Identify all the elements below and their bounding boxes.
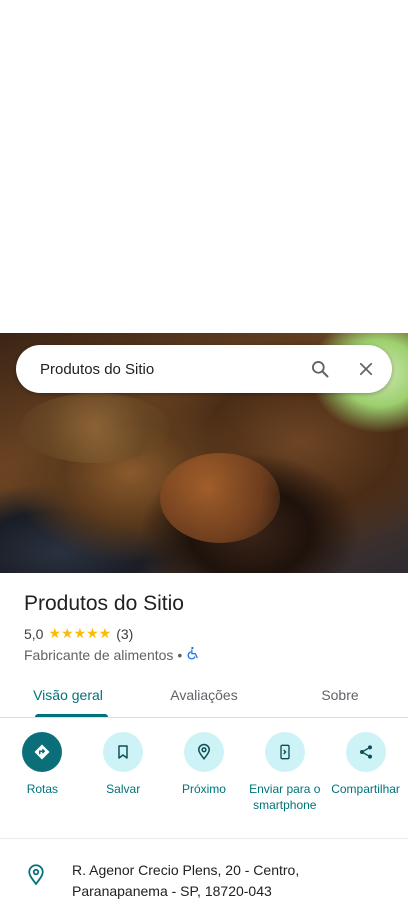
- tab-overview[interactable]: Visão geral: [0, 672, 136, 717]
- search-bar[interactable]: Produtos do Sitio: [16, 345, 392, 393]
- photo-detail: [20, 393, 170, 463]
- address-line-2: Paranapanema - SP, 18720-043: [72, 883, 272, 899]
- action-bar: Rotas Salvar Próximo Enviar para o smart…: [0, 732, 408, 813]
- search-query[interactable]: Produtos do Sitio: [40, 361, 300, 378]
- directions-button[interactable]: Rotas: [5, 732, 79, 813]
- share-label: Compartilhar: [331, 782, 400, 796]
- star-rating-icon: ★★★★★: [48, 625, 112, 641]
- nearby-label: Próximo: [181, 782, 226, 796]
- close-icon[interactable]: [346, 349, 386, 389]
- divider: [0, 838, 408, 839]
- location-pin-icon: [0, 864, 72, 902]
- send-to-phone-button[interactable]: Enviar para o smartphone: [248, 732, 322, 813]
- directions-icon: [22, 732, 63, 772]
- directions-label: Rotas: [26, 782, 59, 796]
- address-line-1: R. Agenor Crecio Plens, 20 - Centro,: [72, 862, 300, 878]
- review-count[interactable]: (3): [116, 626, 133, 642]
- nearby-button[interactable]: Próximo: [167, 732, 241, 813]
- share-button[interactable]: Compartilhar: [329, 732, 403, 813]
- save-label: Salvar: [106, 782, 141, 796]
- place-tabs: Visão geral Avaliações Sobre: [0, 672, 408, 718]
- send-to-phone-label: Enviar para o smartphone: [249, 782, 321, 812]
- place-category[interactable]: Fabricante de alimentos: [24, 647, 173, 663]
- send-to-phone-icon: [264, 732, 305, 772]
- wheelchair-icon: [186, 646, 200, 663]
- search-icon[interactable]: [300, 349, 340, 389]
- place-title: Produtos do Sitio: [24, 592, 184, 615]
- address-row[interactable]: R. Agenor Crecio Plens, 20 - Centro, Par…: [0, 860, 408, 902]
- tab-reviews[interactable]: Avaliações: [136, 672, 272, 717]
- category-row: Fabricante de alimentos •: [24, 646, 200, 663]
- nearby-icon: [183, 732, 224, 772]
- share-icon: [345, 732, 386, 772]
- address-text: R. Agenor Crecio Plens, 20 - Centro, Par…: [72, 860, 299, 902]
- photo-detail: [160, 453, 280, 543]
- rating-row[interactable]: 5,0 ★★★★★ (3): [24, 625, 133, 642]
- separator: •: [177, 646, 183, 663]
- tab-about[interactable]: Sobre: [272, 672, 408, 717]
- bookmark-icon: [103, 732, 144, 772]
- save-button[interactable]: Salvar: [86, 732, 160, 813]
- rating-value: 5,0: [24, 625, 44, 642]
